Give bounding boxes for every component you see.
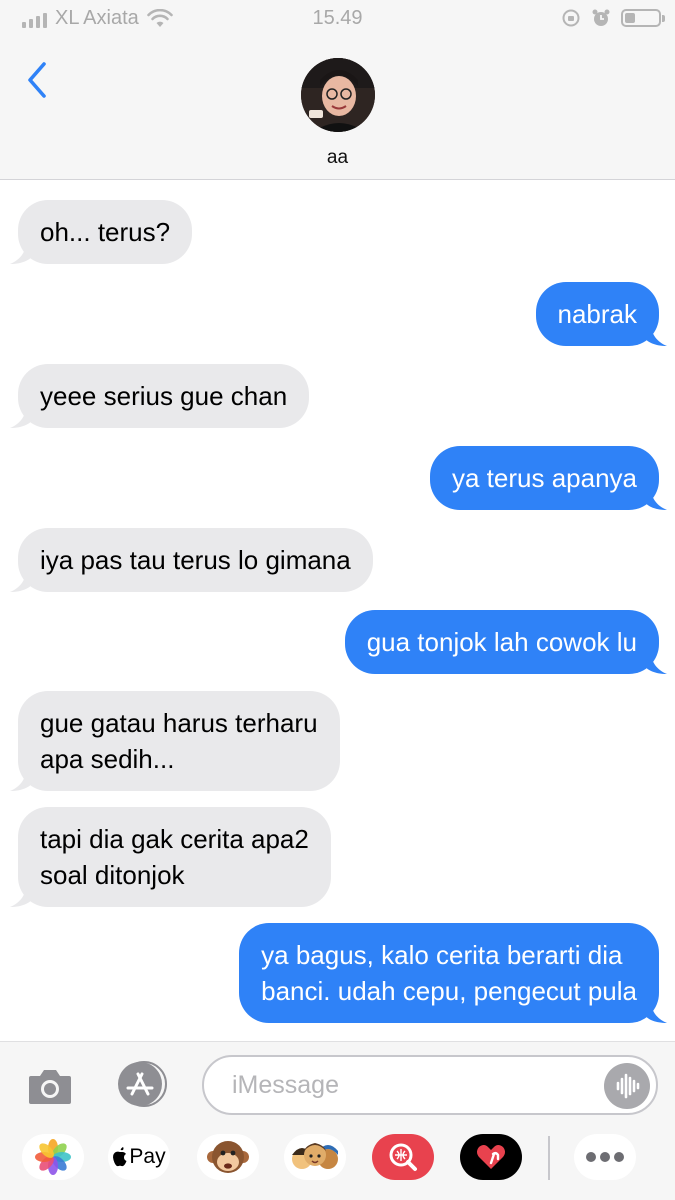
incoming-message[interactable]: tapi dia gak cerita apa2 soal ditonjok <box>10 807 331 907</box>
message-text: gue gatau harus terharu <box>40 708 318 738</box>
incoming-message[interactable]: yeee serius gue chan <box>10 364 310 428</box>
conversation-header: XL Axiata 15.49 aa <box>0 0 675 180</box>
app-store-icon <box>118 1061 167 1107</box>
outgoing-message[interactable]: nabrak <box>535 282 667 346</box>
battery-icon <box>621 9 665 27</box>
input-placeholder: iMessage <box>232 1071 339 1099</box>
contact-name[interactable]: aa <box>0 147 675 169</box>
waveform-icon <box>616 1073 640 1099</box>
message-text: apa sedih... <box>40 744 175 774</box>
digital-touch-icon[interactable] <box>460 1134 522 1180</box>
message-text: tapi dia gak cerita apa2 <box>40 824 309 854</box>
alarm-icon <box>592 9 610 26</box>
incoming-message[interactable]: oh... terus? <box>10 200 193 264</box>
messages-screen: XL Axiata 15.49 aa oh... terus? nabrak y… <box>0 0 675 1200</box>
app-drawer: Pay <box>0 1134 675 1196</box>
message-text: oh... terus? <box>40 217 171 247</box>
message-text: ya terus apanya <box>451 463 637 493</box>
chevron-left-icon <box>28 62 46 98</box>
app-store-button[interactable] <box>114 1060 170 1108</box>
audio-message-button[interactable] <box>604 1063 650 1109</box>
outgoing-message[interactable]: ya bagus, kalo cerita berarti dia banci.… <box>239 923 667 1023</box>
compose-bar: iMessage Pay <box>0 1041 675 1200</box>
web-search-icon[interactable] <box>372 1134 434 1180</box>
message-text: yeee serius gue chan <box>40 381 288 411</box>
more-icon[interactable] <box>574 1134 636 1180</box>
back-button[interactable] <box>22 60 52 100</box>
apple-pay-label: Pay <box>129 1145 166 1168</box>
message-text: iya pas tau terus lo gimana <box>40 545 351 575</box>
orientation-lock-icon <box>562 9 580 27</box>
message-text: nabrak <box>557 299 638 329</box>
message-text: banci. udah cepu, pengecut pula <box>261 976 637 1006</box>
message-text: gua tonjok lah cowok lu <box>366 627 637 657</box>
imessage-input[interactable]: iMessage <box>202 1055 658 1115</box>
camera-button[interactable] <box>27 1066 73 1106</box>
incoming-message[interactable]: gue gatau harus terharu apa sedih... <box>10 691 340 791</box>
message-text: ya bagus, kalo cerita berarti dia <box>261 940 623 970</box>
outgoing-message[interactable]: ya terus apanya <box>429 446 667 510</box>
drawer-divider <box>548 1136 550 1180</box>
apple-logo-icon <box>113 1147 127 1167</box>
status-bar: XL Axiata 15.49 <box>0 0 675 36</box>
incoming-message[interactable]: iya pas tau terus lo gimana <box>10 528 373 592</box>
message-text: soal ditonjok <box>40 860 185 890</box>
outgoing-message[interactable]: gua tonjok lah cowok lu <box>344 610 667 674</box>
photos-icon[interactable] <box>22 1134 84 1180</box>
camera-icon <box>29 1070 71 1104</box>
contact-avatar[interactable] <box>301 58 375 132</box>
message-list: oh... terus? nabrak yeee serius gue chan… <box>0 181 675 1041</box>
apple-pay-icon[interactable]: Pay <box>108 1134 170 1180</box>
memoji-icon[interactable] <box>284 1134 346 1180</box>
animoji-icon[interactable] <box>197 1134 259 1180</box>
